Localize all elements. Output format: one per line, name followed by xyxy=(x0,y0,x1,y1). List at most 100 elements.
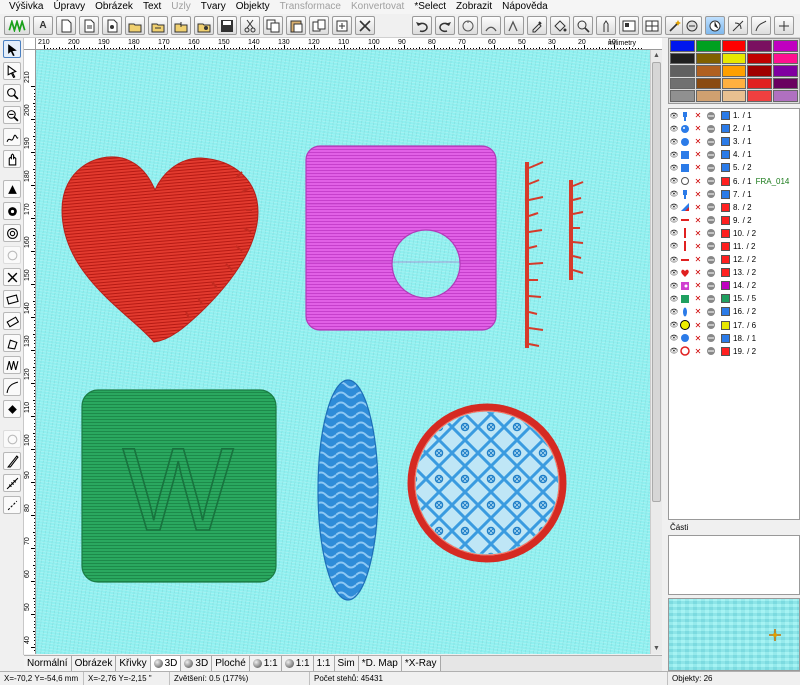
thread-color-chip[interactable] xyxy=(721,189,730,199)
thread-color-chip[interactable] xyxy=(721,255,730,265)
cross-stitch-icon[interactable] xyxy=(3,268,21,286)
thread-color-chip[interactable] xyxy=(721,241,730,251)
color-swatch[interactable] xyxy=(670,52,695,65)
preview-window-button[interactable] xyxy=(619,16,639,35)
color-swatch[interactable] xyxy=(747,77,773,90)
node-edit-icon[interactable] xyxy=(3,62,21,80)
object-list-row[interactable]: 👁 ✕ 15./ 5 xyxy=(669,292,799,305)
red-ring-lattice-embroidery[interactable] xyxy=(406,402,568,564)
red-heart-embroidery[interactable] xyxy=(61,156,259,343)
thread-color-chip[interactable] xyxy=(721,294,730,304)
paint-bucket-button[interactable] xyxy=(550,16,570,35)
object-list-row[interactable]: 👁 ✕ 13./ 2 xyxy=(669,266,799,279)
menu-item[interactable]: Transformace xyxy=(275,0,346,14)
measure-tool-icon[interactable] xyxy=(3,474,21,492)
thread-color-chip[interactable] xyxy=(721,228,730,238)
run-stitch-icon[interactable] xyxy=(3,496,21,514)
view-tab[interactable]: *X-Ray xyxy=(401,656,441,671)
undo-button[interactable] xyxy=(412,16,432,35)
color-swatch[interactable] xyxy=(747,52,773,65)
color-swatch[interactable] xyxy=(773,65,798,77)
thread-color-chip[interactable] xyxy=(721,281,730,291)
canvas-vertical-scrollbar[interactable]: ▲ ▼ xyxy=(650,50,662,654)
hand-pan-icon[interactable] xyxy=(3,150,21,168)
new-file-button[interactable] xyxy=(56,16,76,35)
scrollbar-thumb[interactable] xyxy=(652,62,661,502)
color-swatch[interactable] xyxy=(747,90,773,102)
stitch-point-icon[interactable] xyxy=(3,202,21,220)
thread-color-chip[interactable] xyxy=(721,307,730,317)
export-button[interactable] xyxy=(194,16,214,35)
view-tab[interactable]: 1:1 xyxy=(281,656,314,671)
object-list-row[interactable]: 👁 ✕ 16./ 2 xyxy=(669,305,799,318)
color-swatch[interactable] xyxy=(773,77,798,90)
visibility-eye-icon[interactable]: 👁 xyxy=(669,138,679,146)
thread-button[interactable] xyxy=(751,16,771,35)
object-list-row[interactable]: 👁 ✕ 7./ 1 xyxy=(669,188,799,201)
object-list-row[interactable]: 👁 ✕ 3./ 1 xyxy=(669,135,799,148)
red-fringe-strip-short[interactable] xyxy=(569,180,584,280)
view-tab[interactable]: Normální xyxy=(24,656,72,671)
object-list-row[interactable]: 👁 ✕ 5./ 2 xyxy=(669,161,799,174)
view-tab[interactable]: *D. Map xyxy=(358,656,402,671)
menu-item[interactable]: Objekty xyxy=(231,0,275,14)
menu-item[interactable]: Text xyxy=(138,0,166,14)
select-arrow-icon[interactable] xyxy=(3,40,21,58)
magenta-square-embroidery[interactable] xyxy=(305,145,497,331)
thread-color-chip[interactable] xyxy=(721,333,730,343)
menu-item[interactable]: Konvertovat xyxy=(346,0,409,14)
visibility-eye-icon[interactable]: 👁 xyxy=(669,177,679,185)
menu-item[interactable]: Nápověda xyxy=(497,0,553,14)
polygon-tool-icon[interactable] xyxy=(3,334,21,352)
visibility-eye-icon[interactable]: 👁 xyxy=(669,321,679,329)
color-swatch[interactable] xyxy=(721,90,747,102)
scroll-up-icon[interactable]: ▲ xyxy=(651,50,662,61)
visibility-eye-icon[interactable]: 👁 xyxy=(669,334,679,342)
thread-color-chip[interactable] xyxy=(721,268,730,278)
menu-item[interactable]: Tvary xyxy=(196,0,231,14)
open-file-button[interactable] xyxy=(79,16,99,35)
color-swatch[interactable] xyxy=(670,65,695,77)
design-canvas[interactable]: W xyxy=(36,50,650,654)
spiral-icon[interactable] xyxy=(3,224,21,242)
object-list-row[interactable]: 👁 ✕ 1./ 1 xyxy=(669,109,799,122)
object-list-row[interactable]: 👁 ✕ 12./ 2 xyxy=(669,253,799,266)
clone-button[interactable] xyxy=(332,16,352,35)
color-swatch[interactable] xyxy=(773,90,798,102)
color-swatch[interactable] xyxy=(695,65,721,77)
auto-digitize-button[interactable] xyxy=(682,16,702,35)
visibility-eye-icon[interactable]: 👁 xyxy=(669,347,679,355)
object-list-row[interactable]: 👁 ✕ 17./ 6 xyxy=(669,319,799,332)
cut-button[interactable] xyxy=(240,16,260,35)
mirror-button[interactable] xyxy=(481,16,501,35)
visibility-eye-icon[interactable]: 👁 xyxy=(669,269,679,277)
color-swatch[interactable] xyxy=(695,52,721,65)
eyedropper-button[interactable] xyxy=(527,16,547,35)
menu-item[interactable]: Úpravy xyxy=(48,0,90,14)
object-list-row[interactable]: 👁 ✕ 4./ 1 xyxy=(669,148,799,161)
color-swatch[interactable] xyxy=(670,90,695,102)
bezier-curve-icon[interactable] xyxy=(3,378,21,396)
text-tool-button[interactable]: A xyxy=(33,16,53,35)
stitch-logo-button[interactable] xyxy=(4,16,30,35)
object-list-row[interactable]: 👁 ✕ 9./ 2 xyxy=(669,214,799,227)
thread-color-chip[interactable] xyxy=(721,320,730,330)
freehand-icon[interactable] xyxy=(3,128,21,146)
visibility-eye-icon[interactable]: 👁 xyxy=(669,256,679,264)
object-list-row[interactable]: 👁 ✕ 11./ 2 xyxy=(669,240,799,253)
satin-fill-icon[interactable] xyxy=(3,180,21,198)
menu-item[interactable]: *Select xyxy=(409,0,451,14)
menu-item[interactable]: Výšivka xyxy=(4,0,48,14)
redo-button[interactable] xyxy=(435,16,455,35)
zoom-icon[interactable] xyxy=(3,84,21,102)
delete-button[interactable] xyxy=(355,16,375,35)
view-tab[interactable]: Sim xyxy=(334,656,359,671)
properties-button[interactable] xyxy=(573,16,593,35)
visibility-eye-icon[interactable]: 👁 xyxy=(669,229,679,237)
color-swatch[interactable] xyxy=(721,77,747,90)
grid-toggle-button[interactable] xyxy=(642,16,662,35)
thread-color-chip[interactable] xyxy=(721,150,730,160)
color-swatch[interactable] xyxy=(695,40,721,52)
shape-tool-icon[interactable] xyxy=(3,400,21,418)
copy-button[interactable] xyxy=(263,16,283,35)
